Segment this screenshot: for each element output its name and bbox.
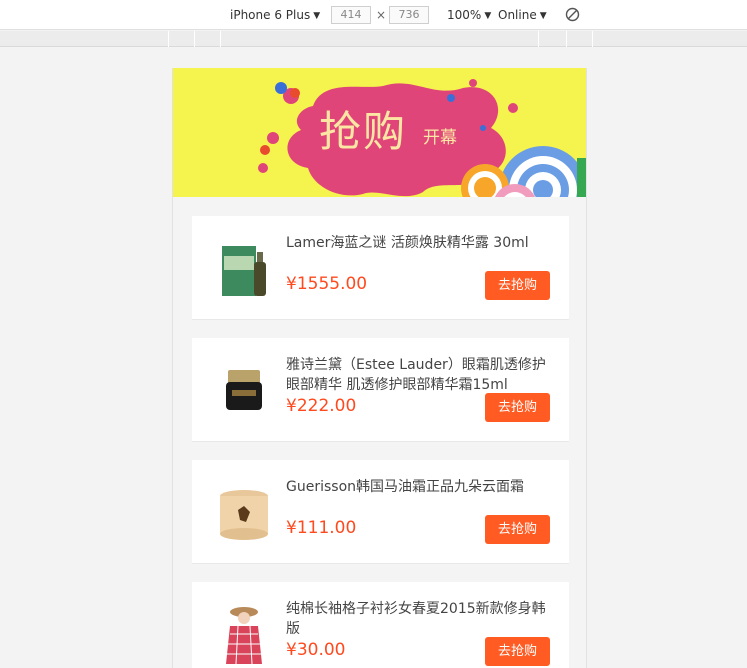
product-card[interactable]: 雅诗兰黛（Estee Lauder）眼霜肌透修护眼部精华 肌透修护眼部精华霜15… (192, 338, 569, 442)
device-toolbar: iPhone 6 Plus ▼ 414 × 736 100% ▼ Online ▼ (0, 0, 747, 30)
promo-banner[interactable]: 抢购 开幕 (173, 68, 586, 197)
product-name: Guerisson韩国马油霜正品九朵云面霜 (286, 479, 525, 495)
device-select[interactable]: iPhone 6 Plus ▼ (230, 8, 320, 22)
product-image-cream-jar (220, 490, 268, 540)
chevron-down-icon: ▼ (539, 11, 547, 21)
dimension-separator: × (376, 8, 387, 22)
product-card[interactable]: Lamer海蓝之谜 活颜焕肤精华露 30ml ¥1555.00 去抢购 (192, 216, 569, 320)
rotate-icon[interactable] (565, 7, 580, 22)
product-name: 雅诗兰黛（Estee Lauder）眼霜肌透修护眼部精华 肌透修护眼部精华霜15… (286, 357, 546, 393)
product-price: ¥222.00 (286, 396, 357, 416)
product-price: ¥1555.00 (286, 274, 368, 294)
height-input[interactable]: 736 (389, 6, 429, 24)
product-price: ¥30.00 (286, 640, 346, 660)
zoom-select[interactable]: 100% ▼ (447, 8, 491, 22)
chevron-down-icon: ▼ (313, 11, 321, 21)
chevron-down-icon: ▼ (484, 11, 492, 21)
device-viewport: 抢购 开幕 Lamer海蓝之谜 活颜焕肤精华露 30ml ¥1555.00 去抢… (172, 68, 587, 668)
zoom-label: 100% (447, 8, 482, 22)
product-price: ¥111.00 (286, 518, 357, 538)
product-name: 纯棉长袖格子衬衫女春夏2015新款修身韩版 (286, 601, 546, 637)
product-card[interactable]: Guerisson韩国马油霜正品九朵云面霜 ¥111.00 去抢购 (192, 460, 569, 564)
device-label: iPhone 6 Plus (230, 8, 311, 22)
width-input[interactable]: 414 (331, 6, 371, 24)
product-card[interactable]: 纯棉长袖格子衬衫女春夏2015新款修身韩版 ¥30.00 去抢购 (192, 582, 569, 668)
network-label: Online (498, 8, 537, 22)
banner-title: 抢购 (319, 107, 408, 156)
product-image-shirt (226, 607, 262, 665)
buy-now-button[interactable]: 去抢购 (485, 271, 550, 300)
buy-now-button[interactable]: 去抢购 (485, 637, 550, 666)
media-query-bar[interactable] (0, 31, 747, 47)
network-throttle-select[interactable]: Online ▼ (498, 8, 547, 22)
product-name: Lamer海蓝之谜 活颜焕肤精华露 30ml (286, 235, 529, 251)
banner-subtitle: 开幕 (423, 128, 457, 148)
buy-now-button[interactable]: 去抢购 (485, 515, 550, 544)
product-image-eye-cream (226, 370, 262, 410)
buy-now-button[interactable]: 去抢购 (485, 393, 550, 422)
product-image-serum (222, 246, 266, 296)
